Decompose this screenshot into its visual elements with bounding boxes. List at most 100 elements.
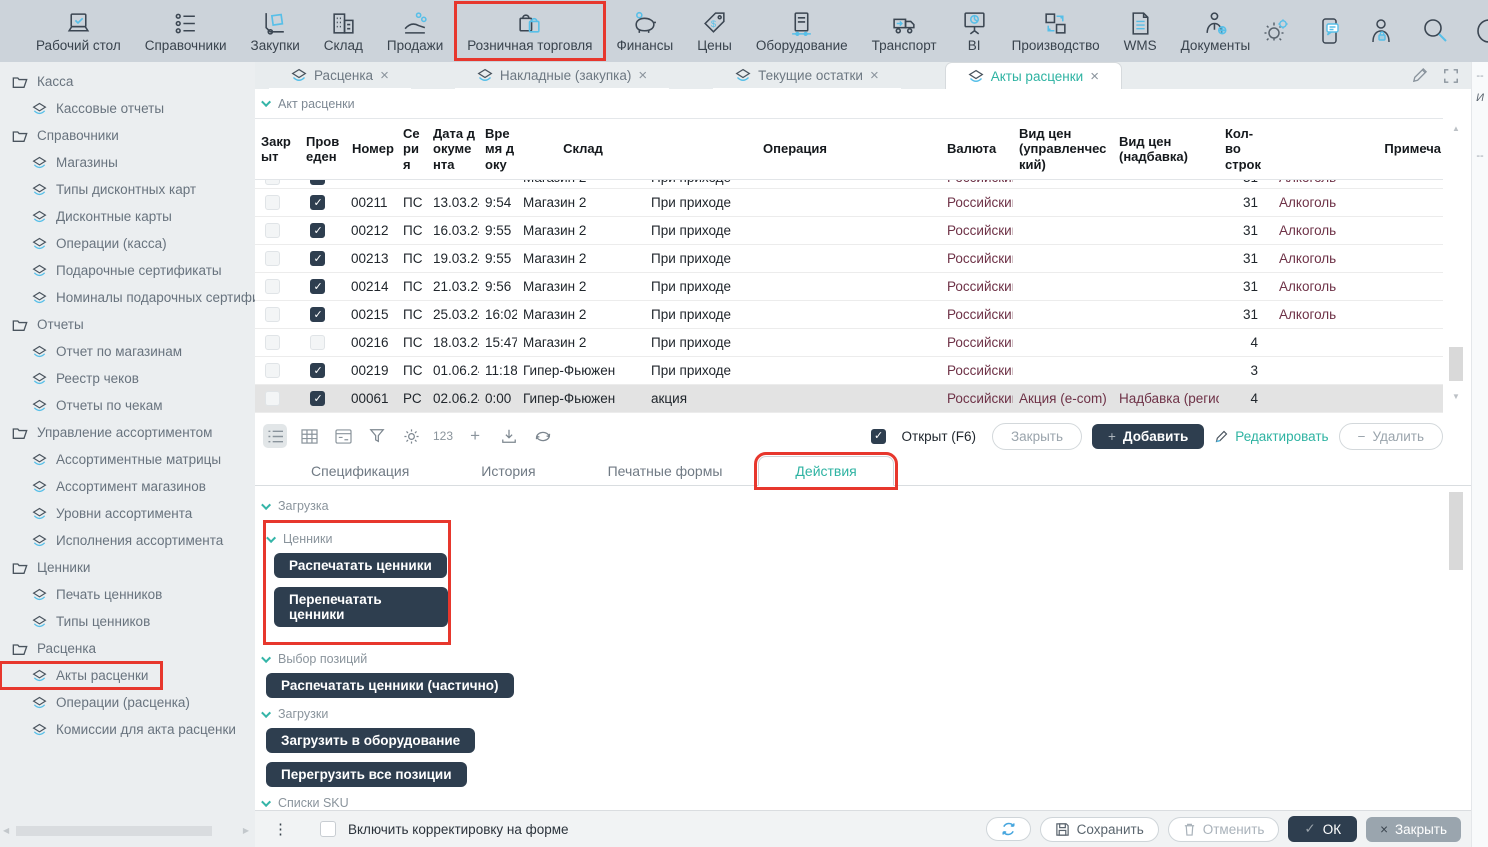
- sidebar-item[interactable]: Подарочные сертификаты: [0, 257, 236, 284]
- print-tags-button[interactable]: Распечатать ценники: [274, 553, 447, 578]
- numbers-toggle[interactable]: 123: [433, 424, 453, 448]
- sidebar-item[interactable]: Дисконтные карты: [0, 203, 186, 230]
- column-header-date[interactable]: Дата документа: [427, 122, 479, 176]
- user-lock-icon[interactable]: [1368, 16, 1396, 46]
- menu-item-wms[interactable]: WMS: [1112, 2, 1169, 60]
- table-row[interactable]: 00211 ПС 13.03.24 9:54 Магазин 2 При при…: [255, 189, 1443, 217]
- add-column-icon[interactable]: +: [463, 424, 487, 448]
- sidebar-item[interactable]: Ассортимент магазинов: [0, 473, 220, 500]
- sidebar-item[interactable]: Управление ассортиментом: [0, 419, 226, 446]
- menu-item-finance[interactable]: Финансы: [605, 2, 686, 60]
- sidebar-item[interactable]: Акты расценки: [0, 662, 162, 689]
- sidebar-horizontal-scrollbar[interactable]: ◀ ▶: [0, 825, 255, 837]
- tab-actions[interactable]: Действия: [758, 456, 893, 486]
- closed-checkbox[interactable]: [265, 335, 280, 350]
- section-sku-lists[interactable]: Списки SKU: [264, 796, 1443, 810]
- scrollbar-thumb[interactable]: [16, 826, 212, 836]
- export-download-icon[interactable]: [497, 424, 521, 448]
- posted-checkbox[interactable]: [310, 180, 325, 185]
- sidebar-item[interactable]: Отчеты по чекам: [0, 392, 177, 419]
- menu-item-prices[interactable]: $ Цены: [685, 2, 744, 60]
- posted-checkbox[interactable]: [310, 391, 325, 406]
- column-header-closed[interactable]: Закрыт: [255, 130, 300, 169]
- tab-akty-rascenki[interactable]: Акты расценки ×: [945, 62, 1122, 89]
- menu-item-bi[interactable]: BI: [949, 2, 1000, 60]
- posted-checkbox[interactable]: [310, 307, 325, 322]
- menu-item-production[interactable]: Производство: [1000, 2, 1112, 60]
- tab-rascenka[interactable]: Расценка ×: [269, 62, 411, 89]
- more-options-icon[interactable]: ⋮: [273, 820, 288, 838]
- closed-checkbox[interactable]: [265, 223, 280, 238]
- search-icon[interactable]: [1420, 16, 1450, 46]
- menu-item-sales[interactable]: Продажи: [375, 2, 455, 60]
- scroll-right-icon[interactable]: ▶: [243, 826, 249, 835]
- sidebar-item[interactable]: Уровни ассортимента: [0, 500, 206, 527]
- scrollbar-thumb[interactable]: [1449, 347, 1463, 381]
- column-header-rows-count[interactable]: Кол-во строк: [1219, 122, 1265, 176]
- load-to-equipment-button[interactable]: Загрузить в оборудование: [266, 728, 475, 753]
- closed-checkbox[interactable]: [265, 180, 280, 185]
- sidebar-item[interactable]: Кассовые отчеты: [0, 95, 178, 122]
- sidebar-item[interactable]: Печать ценников: [0, 581, 176, 608]
- table-row[interactable]: 00061 РС 02.06.24 0:00 Гипер-Фьюжен акци…: [255, 385, 1443, 413]
- table-row[interactable]: 00215 ПС 25.03.24 16:02 Магазин 2 При пр…: [255, 301, 1443, 329]
- menu-item-retail[interactable]: Розничная торговля: [455, 2, 604, 60]
- closed-checkbox[interactable]: [265, 363, 280, 378]
- column-header-time[interactable]: Время доку: [479, 122, 517, 176]
- table-row[interactable]: 00219 ПС 01.06.24 11:18 Гипер-Фьюжен При…: [255, 357, 1443, 385]
- actions-vertical-scrollbar[interactable]: [1449, 488, 1464, 808]
- closed-checkbox[interactable]: [265, 195, 280, 210]
- fullscreen-icon[interactable]: [1443, 68, 1459, 84]
- closed-checkbox[interactable]: [265, 279, 280, 294]
- correction-checkbox[interactable]: [320, 821, 336, 837]
- close-document-button[interactable]: Закрыть: [992, 423, 1082, 450]
- column-header-currency[interactable]: Валюта: [941, 137, 1013, 160]
- sidebar-item[interactable]: Исполнения ассортимента: [0, 527, 237, 554]
- scroll-up-icon[interactable]: ▲: [1452, 124, 1460, 133]
- tab-specification[interactable]: Спецификация: [275, 457, 445, 485]
- closed-checkbox[interactable]: [265, 391, 280, 406]
- column-header-price-type[interactable]: Вид цен (управленческий): [1013, 122, 1113, 176]
- posted-checkbox[interactable]: [310, 335, 325, 350]
- sidebar-item[interactable]: Операции (касса): [0, 230, 181, 257]
- tab-print-forms[interactable]: Печатные формы: [572, 457, 759, 485]
- posted-checkbox[interactable]: [310, 251, 325, 266]
- view-list-icon[interactable]: [263, 424, 287, 448]
- sidebar-item[interactable]: Магазины: [0, 149, 132, 176]
- column-header-number[interactable]: Номер: [345, 137, 397, 160]
- column-header-series[interactable]: Серия: [397, 122, 427, 176]
- section-price-tags[interactable]: Ценники: [269, 532, 448, 546]
- column-header-posted[interactable]: Проведен: [300, 130, 345, 169]
- tab-history[interactable]: История: [445, 457, 571, 485]
- table-row[interactable]: 00213 ПС 19.03.24 9:55 Магазин 2 При при…: [255, 245, 1443, 273]
- section-load[interactable]: Загрузка: [264, 499, 1443, 513]
- menu-item-equipment[interactable]: Оборудование: [744, 2, 860, 60]
- tab-tekushchie-ostatki[interactable]: Текущие остатки ×: [713, 62, 901, 89]
- close-icon[interactable]: ×: [380, 67, 389, 84]
- ok-button[interactable]: ✓ОК: [1288, 816, 1357, 842]
- tab-nakladnye[interactable]: Накладные (закупка) ×: [455, 62, 669, 89]
- sidebar-item[interactable]: Расценка: [0, 635, 110, 662]
- close-icon[interactable]: ×: [638, 67, 647, 84]
- posted-checkbox[interactable]: [310, 363, 325, 378]
- sidebar-item[interactable]: Реестр чеков: [0, 365, 153, 392]
- column-header-warehouse[interactable]: Склад: [517, 137, 645, 160]
- sidebar-item[interactable]: Типы дисконтных карт: [0, 176, 210, 203]
- sidebar-item[interactable]: Отчеты: [0, 311, 98, 338]
- posted-checkbox[interactable]: [310, 279, 325, 294]
- section-position-select[interactable]: Выбор позиций: [264, 652, 1443, 666]
- sidebar-item[interactable]: Отчет по магазинам: [0, 338, 196, 365]
- scroll-down-icon[interactable]: ▼: [1452, 392, 1460, 401]
- view-card-icon[interactable]: [331, 424, 355, 448]
- table-row[interactable]: 00216 ПС 18.03.24 15:47 Магазин 2 При пр…: [255, 329, 1443, 357]
- menu-item-desktop[interactable]: Рабочий стол: [24, 2, 133, 60]
- open-filter-checkbox[interactable]: [871, 429, 886, 444]
- delete-button[interactable]: −Удалить: [1339, 423, 1443, 450]
- sidebar-item[interactable]: Ценники: [0, 554, 104, 581]
- scroll-left-icon[interactable]: ◀: [3, 826, 9, 835]
- print-tags-partial-button[interactable]: Распечатать ценники (частично): [266, 673, 514, 698]
- settings-gear-icon[interactable]: [399, 424, 423, 448]
- close-icon[interactable]: ×: [1090, 68, 1099, 85]
- sidebar-item[interactable]: Типы ценников: [0, 608, 164, 635]
- filter-icon[interactable]: [365, 424, 389, 448]
